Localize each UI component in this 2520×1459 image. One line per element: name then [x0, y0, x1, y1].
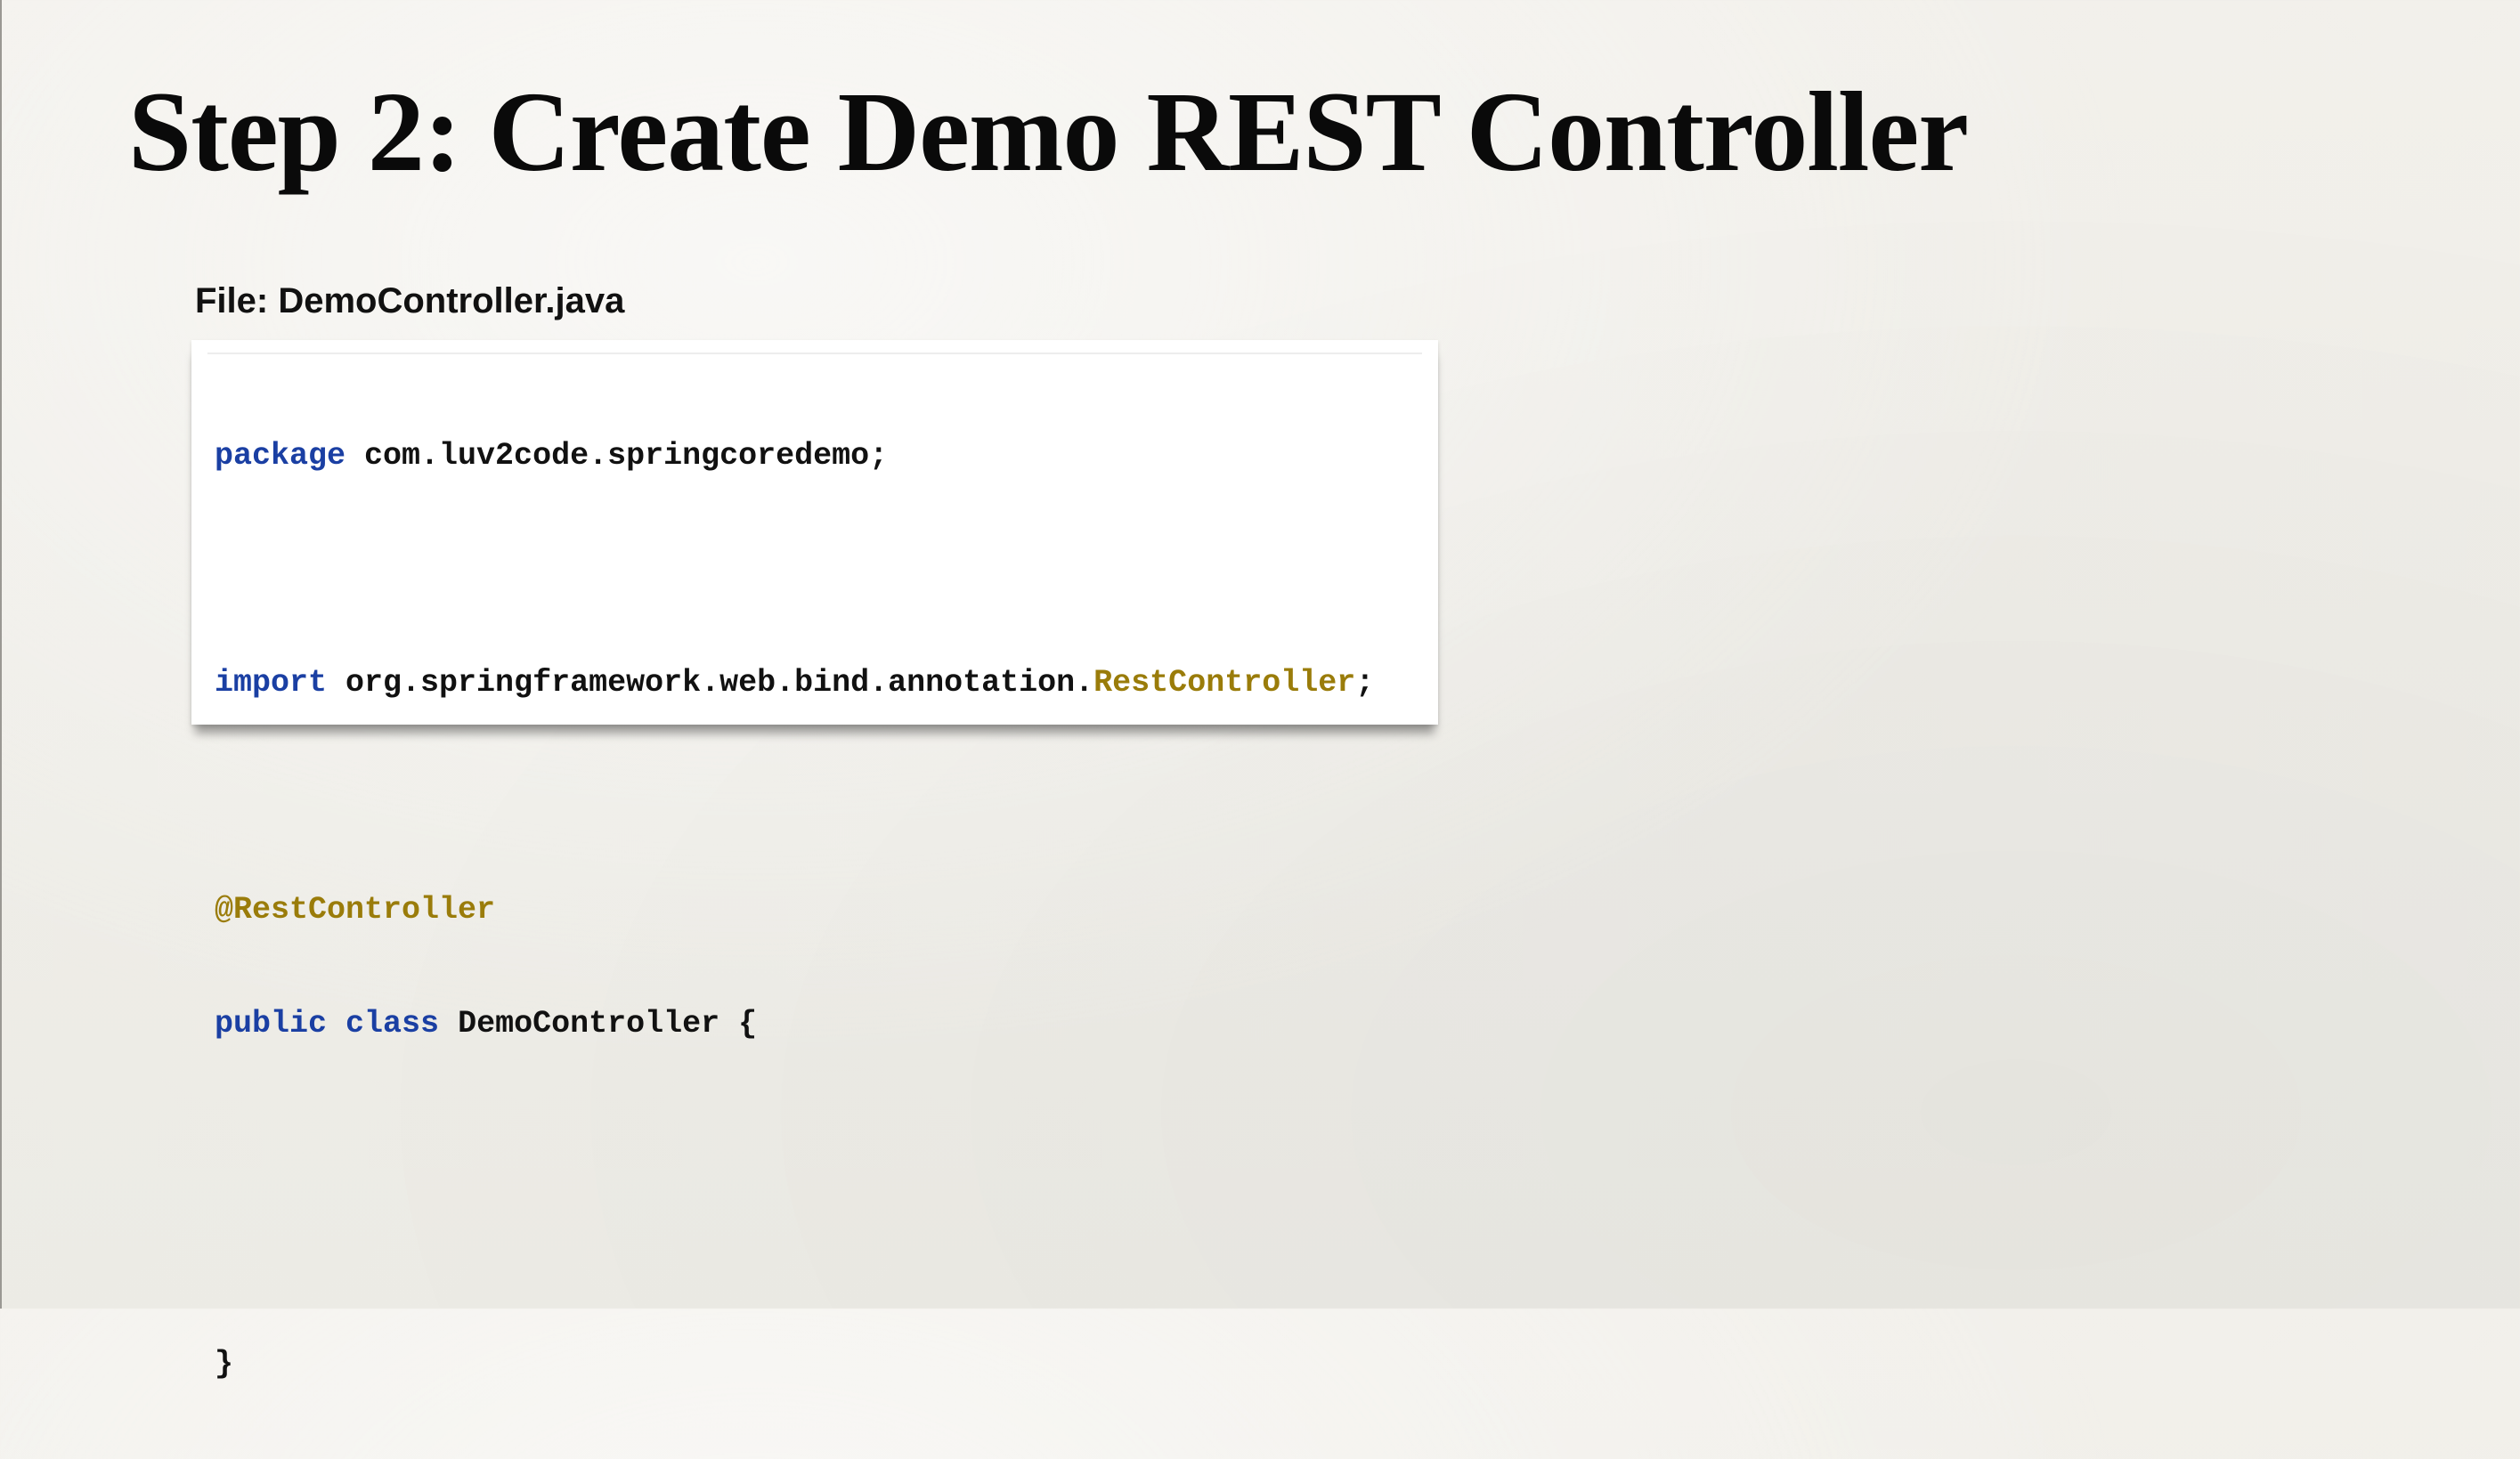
keyword-package: package: [215, 438, 346, 474]
keyword-import: import: [215, 665, 328, 701]
import-class-name: RestController: [1093, 665, 1356, 701]
slide-title: Step 2: Create Demo REST Controller: [128, 69, 1969, 195]
package-name: com.luv2code.springcoredemo;: [345, 438, 889, 474]
file-name-label: File: DemoController.java: [195, 281, 625, 320]
code-line-annotation: @RestController: [215, 891, 1374, 929]
import-semicolon: ;: [1355, 665, 1375, 701]
slide-left-edge: [0, 0, 2, 1309]
import-path: org.springframework.web.bind.annotation.: [327, 665, 1094, 701]
code-line-package: package com.luv2code.springcoredemo;: [215, 437, 1374, 475]
code-line-class-declaration: public class DemoController {: [215, 1005, 1374, 1043]
keyword-class: class: [345, 1005, 440, 1042]
keyword-public: public: [215, 1005, 328, 1042]
code-panel: package com.luv2code.springcoredemo; imp…: [191, 340, 1438, 1382]
closing-brace: }: [215, 1346, 234, 1382]
code-line-import: import org.springframework.web.bind.anno…: [215, 664, 1374, 702]
class-name: DemoController {: [439, 1005, 758, 1042]
code-block: package com.luv2code.springcoredemo; imp…: [215, 361, 1374, 1459]
code-line-closing-brace: }: [215, 1345, 1374, 1383]
rest-controller-annotation: @RestController: [215, 892, 496, 928]
